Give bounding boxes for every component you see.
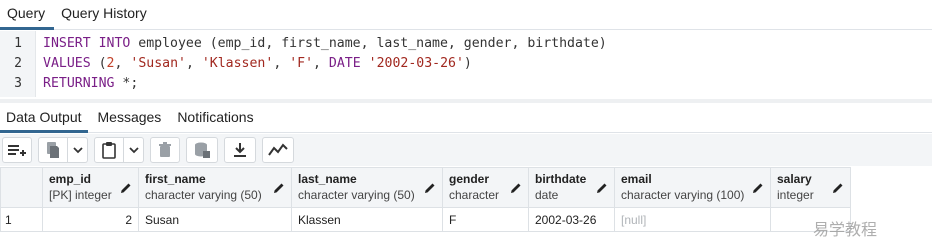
editor-line[interactable]: 3 RETURNING *; — [0, 74, 932, 94]
copy-button[interactable] — [38, 137, 68, 163]
column-name: last_name — [298, 172, 357, 186]
copy-icon — [47, 142, 59, 158]
code-token-ident: *; — [114, 76, 139, 91]
column-header-gender[interactable]: gender character — [442, 167, 529, 208]
save-data-icon — [195, 142, 210, 158]
cell-last-name[interactable]: Klassen — [291, 207, 443, 232]
column-name: email — [621, 172, 652, 186]
edit-pencil-icon[interactable] — [752, 182, 764, 194]
code-token-kw: VALUES — [43, 56, 91, 71]
chevron-down-icon — [72, 147, 83, 154]
code-text[interactable]: INSERT INTO employee (emp_id, first_name… — [43, 34, 607, 54]
edit-pencil-icon[interactable] — [424, 182, 436, 194]
code-token-str: '2002-03-26' — [368, 56, 464, 71]
paste-icon — [102, 142, 116, 159]
sql-editor[interactable]: 1 INSERT INTO employee (emp_id, first_nam… — [0, 31, 932, 97]
code-token-ident — [361, 56, 369, 71]
edit-pencil-icon[interactable] — [832, 182, 844, 194]
row-number[interactable]: 1 — [0, 207, 43, 232]
result-tabs: Data Output Messages Notifications — [0, 103, 932, 133]
code-text[interactable]: VALUES (2, 'Susan', 'Klassen', 'F', DATE… — [43, 54, 472, 74]
edit-pencil-icon[interactable] — [596, 182, 608, 194]
column-header-email[interactable]: email character varying (100) — [614, 167, 771, 208]
editor-line[interactable]: 2 VALUES (2, 'Susan', 'Klassen', 'F', DAT… — [0, 54, 932, 74]
tab-data-output[interactable]: Data Output — [0, 103, 88, 133]
column-name: first_name — [145, 172, 206, 186]
tab-notifications[interactable]: Notifications — [171, 103, 259, 132]
code-token-ident: , — [185, 56, 202, 71]
code-token-kw: RETURNING — [43, 76, 115, 91]
edit-pencil-icon[interactable] — [273, 182, 285, 194]
code-token-ident: , — [313, 56, 329, 71]
code-token-str: 'F' — [289, 56, 314, 71]
table-row: 1 2 Susan Klassen F 2002-03-26 [null] — [0, 207, 851, 232]
cell-email[interactable]: [null] — [614, 207, 771, 232]
column-header-birthdate[interactable]: birthdate date — [528, 167, 615, 208]
code-token-str: 'Klassen' — [201, 56, 274, 71]
tab-query[interactable]: Query — [0, 0, 55, 30]
delete-row-button[interactable] — [150, 137, 180, 163]
row-number-header — [0, 167, 43, 208]
delete-icon — [159, 142, 171, 157]
line-number: 3 — [14, 76, 22, 91]
cell-gender[interactable]: F — [442, 207, 529, 232]
column-header-last-name[interactable]: last_name character varying (50) — [291, 167, 443, 208]
cell-first-name[interactable]: Susan — [138, 207, 292, 232]
graph-icon — [268, 143, 288, 156]
graph-visualiser-button[interactable] — [262, 137, 294, 163]
column-type: character varying (50) — [145, 188, 262, 202]
code-token-ident: , — [273, 56, 290, 71]
code-token-ident: , — [114, 56, 131, 71]
column-type: character varying (100) — [621, 188, 745, 202]
paste-options-dropdown[interactable] — [124, 137, 144, 163]
paste-button[interactable] — [94, 137, 124, 163]
code-token-str: 'Susan' — [130, 56, 186, 71]
cell-birthdate[interactable]: 2002-03-26 — [528, 207, 615, 232]
data-output-grid: emp_id [PK] integer first_name character… — [0, 167, 851, 232]
download-icon — [234, 143, 246, 157]
edit-pencil-icon[interactable] — [510, 182, 522, 194]
result-table: emp_id [PK] integer first_name character… — [0, 167, 851, 232]
chevron-down-icon — [128, 147, 139, 154]
save-data-button[interactable] — [186, 137, 218, 163]
add-row-button[interactable] — [2, 137, 32, 163]
line-number: 1 — [14, 36, 22, 51]
cell-emp-id[interactable]: 2 — [42, 207, 139, 232]
download-button[interactable] — [224, 137, 256, 163]
line-number: 2 — [14, 56, 22, 71]
code-token-ident: ( — [90, 56, 107, 71]
code-token-kw: INSERT INTO — [43, 36, 131, 51]
code-text[interactable]: RETURNING *; — [43, 74, 138, 94]
code-token-ident: ) — [463, 56, 472, 71]
query-tabs: Query Query History — [0, 0, 932, 30]
edit-pencil-icon[interactable] — [120, 182, 132, 194]
code-token-kw: DATE — [328, 56, 361, 71]
editor-line[interactable]: 1 INSERT INTO employee (emp_id, first_nam… — [0, 34, 932, 54]
add-row-icon — [8, 145, 26, 156]
data-output-toolbar — [0, 134, 932, 166]
column-header-emp-id[interactable]: emp_id [PK] integer — [42, 167, 139, 208]
tab-query-history[interactable]: Query History — [54, 0, 156, 29]
column-header-first-name[interactable]: first_name character varying (50) — [138, 167, 292, 208]
watermark: 易学教程 — [813, 220, 878, 239]
code-token-ident: employee (emp_id, first_name, last_name,… — [130, 36, 607, 51]
column-type: character varying (50) — [298, 188, 415, 202]
column-header-salary[interactable]: salary integer — [770, 167, 851, 208]
header-row: emp_id [PK] integer first_name character… — [0, 167, 851, 208]
copy-options-dropdown[interactable] — [68, 137, 88, 163]
tab-messages[interactable]: Messages — [92, 103, 168, 132]
